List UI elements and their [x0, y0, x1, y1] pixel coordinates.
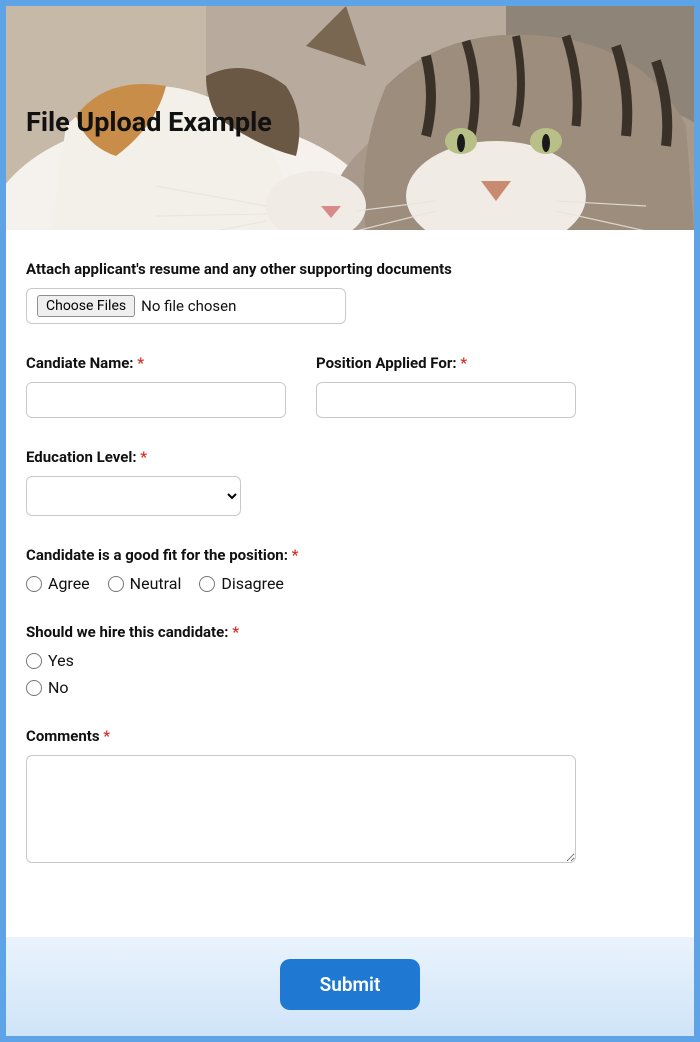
required-marker: * [232, 623, 239, 641]
page-title: File Upload Example [26, 106, 272, 138]
required-marker: * [103, 727, 110, 745]
required-marker: * [140, 448, 147, 466]
radio-disagree[interactable] [199, 576, 215, 592]
submit-button[interactable]: Submit [280, 959, 421, 1010]
choose-files-button[interactable]: Choose Files [37, 295, 135, 317]
required-marker: * [292, 546, 299, 564]
file-status-text: No file chosen [141, 297, 236, 315]
form-body: Attach applicant's resume and any other … [6, 230, 694, 937]
row-name-position: Candiate Name: * Position Applied For: * [26, 354, 674, 418]
fit-option-agree[interactable]: Agree [26, 574, 90, 593]
field-education: Education Level: * [26, 448, 674, 516]
candidate-name-input[interactable] [26, 382, 286, 418]
fit-option-neutral[interactable]: Neutral [108, 574, 182, 593]
field-candidate-name: Candiate Name: * [26, 354, 286, 418]
fit-label: Candidate is a good fit for the position… [26, 546, 674, 564]
form-footer: Submit [6, 937, 694, 1036]
hire-label: Should we hire this candidate: * [26, 623, 674, 641]
required-marker: * [137, 354, 144, 372]
radio-agree[interactable] [26, 576, 42, 592]
field-position: Position Applied For: * [316, 354, 576, 418]
hire-option-yes[interactable]: Yes [26, 651, 674, 670]
hire-options: Yes No [26, 651, 674, 697]
form-container: File Upload Example Attach applicant's r… [6, 6, 694, 1036]
comments-label: Comments * [26, 727, 674, 745]
comments-textarea[interactable] [26, 755, 576, 863]
position-input[interactable] [316, 382, 576, 418]
field-fit: Candidate is a good fit for the position… [26, 546, 674, 593]
candidate-name-label: Candiate Name: * [26, 354, 286, 372]
radio-no[interactable] [26, 680, 42, 696]
education-label: Education Level: * [26, 448, 674, 466]
file-input-wrap[interactable]: Choose Files No file chosen [26, 288, 346, 324]
radio-neutral[interactable] [108, 576, 124, 592]
position-label: Position Applied For: * [316, 354, 576, 372]
fit-options: Agree Neutral Disagree [26, 574, 674, 593]
radio-yes[interactable] [26, 653, 42, 669]
field-hire: Should we hire this candidate: * Yes No [26, 623, 674, 697]
field-comments: Comments * [26, 727, 674, 867]
education-select[interactable] [26, 476, 241, 516]
field-upload: Attach applicant's resume and any other … [26, 260, 674, 324]
fit-option-disagree[interactable]: Disagree [199, 574, 284, 593]
required-marker: * [460, 354, 467, 372]
upload-label: Attach applicant's resume and any other … [26, 260, 674, 278]
hire-option-no[interactable]: No [26, 678, 674, 697]
header-banner: File Upload Example [6, 6, 694, 230]
